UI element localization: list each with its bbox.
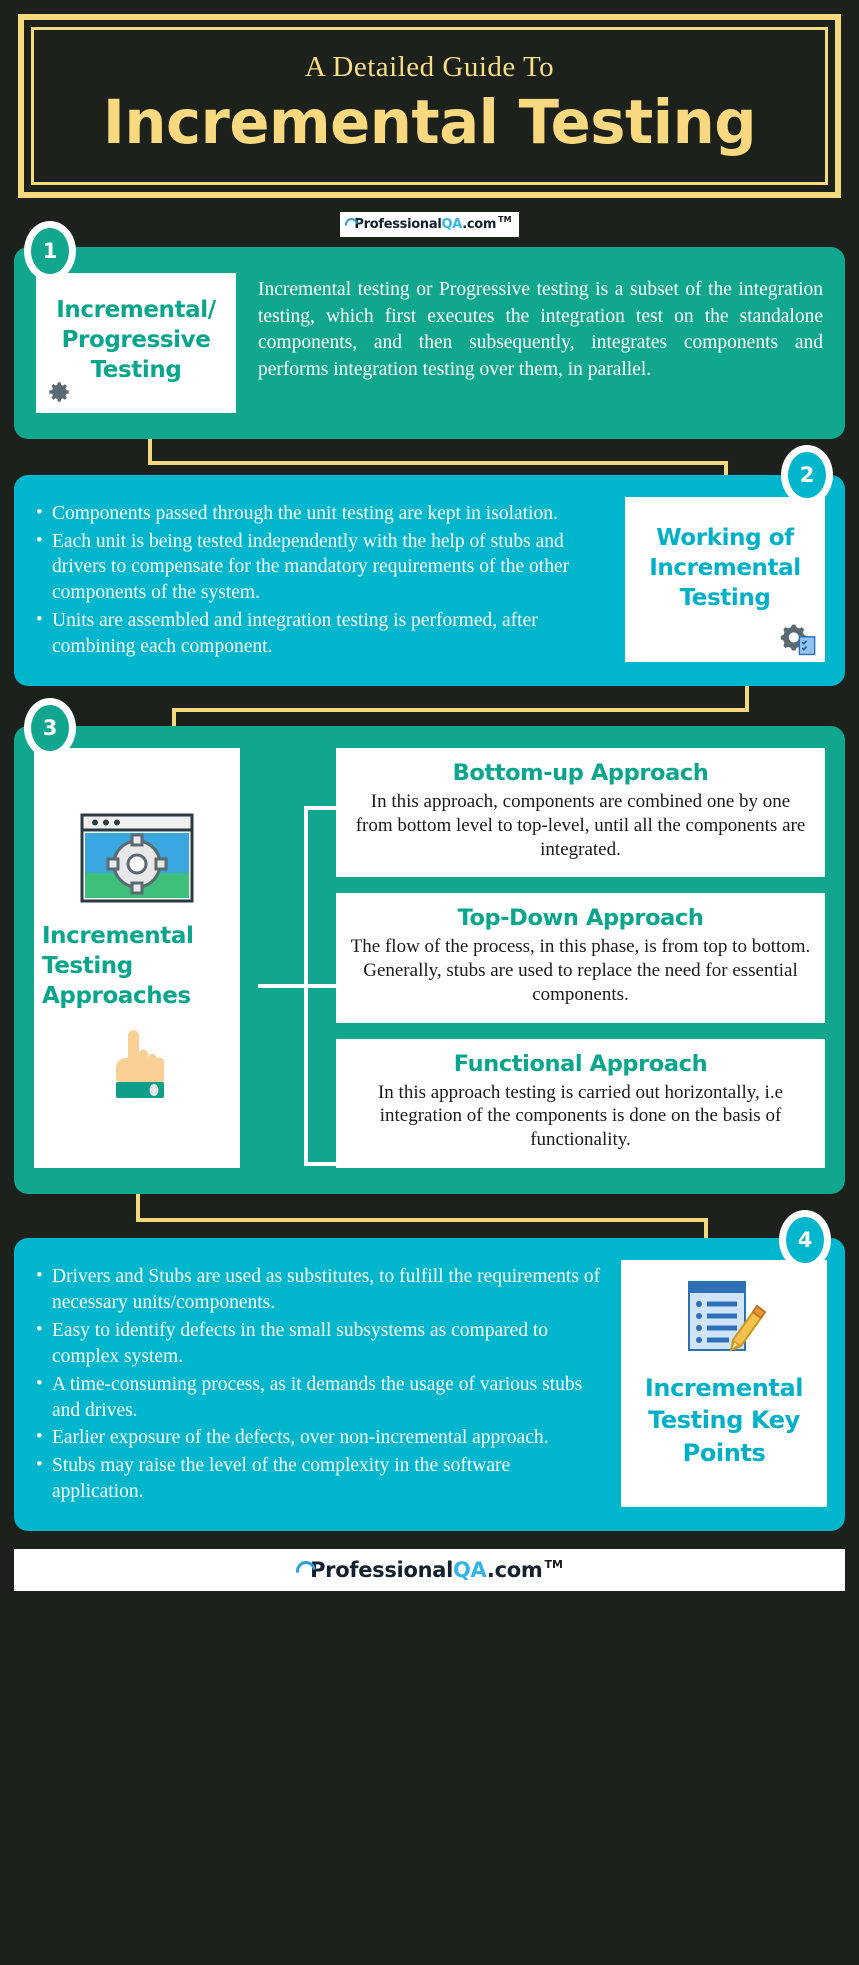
approach-heading: Top-Down Approach bbox=[457, 905, 704, 932]
connector-segment-horizontal bbox=[136, 1217, 708, 1222]
section-1-paragraph: Incremental testing or Progressive testi… bbox=[258, 278, 823, 381]
list-item: Earlier exposure of the defects, over no… bbox=[34, 1424, 605, 1451]
approach-card: Functional Approach In this approach tes… bbox=[336, 1038, 825, 1168]
section-3-badge: 3 bbox=[24, 698, 76, 759]
section-4-card-title: Incremental Testing Key Points bbox=[644, 1373, 804, 1467]
brand-logo-footer[interactable]: ProfessionalQA.com TM bbox=[14, 1549, 845, 1592]
section-1-card-title: Incremental/ Progressive Testing bbox=[56, 296, 216, 384]
page-title: Incremental Testing bbox=[102, 87, 757, 159]
gear-icon bbox=[49, 381, 69, 402]
list-item: Units are assembled and integration test… bbox=[34, 607, 609, 660]
connector-segment-branch-3 bbox=[304, 1162, 356, 1167]
logo-box[interactable]: ProfessionalQA.com TM bbox=[340, 212, 519, 237]
header-frame: A Detailed Guide To Incremental Testing bbox=[18, 14, 841, 199]
approach-body: In this approach, components are combine… bbox=[355, 791, 806, 860]
connector-2-to-3 bbox=[0, 686, 859, 733]
approach-body: In this approach testing is carried out … bbox=[377, 1081, 784, 1151]
header-inner-frame: A Detailed Guide To Incremental Testing bbox=[31, 27, 828, 186]
trademark-symbol: TM bbox=[498, 215, 512, 225]
section-4-title-card: Incremental Testing Key Points bbox=[621, 1259, 827, 1508]
connector-segment-horizontal bbox=[148, 460, 728, 465]
brand-name-part2: QA bbox=[441, 217, 463, 233]
section-4-bullet-list: Drivers and Stubs are used as substitute… bbox=[34, 1260, 605, 1507]
connector-1-to-2 bbox=[0, 438, 859, 483]
brand-name-part1: Professional bbox=[310, 1558, 453, 1583]
brand-name-part3: .com bbox=[486, 1558, 543, 1583]
connector-segment-horizontal bbox=[172, 708, 749, 713]
list-item: Stubs may raise the level of the complex… bbox=[34, 1452, 605, 1505]
section-1-title-card: Incremental/ Progressive Testing bbox=[36, 272, 236, 413]
pointing-hand-icon bbox=[116, 1029, 164, 1098]
section-2-card-title: Working of Incremental Testing bbox=[649, 524, 801, 612]
section-3-title-card: Incremental Testing Approaches bbox=[34, 748, 240, 1168]
header-subtitle: A Detailed Guide To bbox=[304, 51, 555, 83]
section-3-approach-list: Bottom-up Approach In this approach, com… bbox=[336, 748, 825, 1168]
brand-name-part2: QA bbox=[453, 1558, 487, 1583]
trademark-symbol: TM bbox=[544, 1558, 563, 1572]
section-2-panel: 2 Components passed through the unit tes… bbox=[14, 444, 845, 687]
brand-name-part1: Professional bbox=[354, 217, 442, 233]
section-4-badge: 4 bbox=[779, 1209, 831, 1270]
section-2-badge: 2 bbox=[781, 444, 833, 505]
section-3-card-title: Incremental Testing Approaches bbox=[42, 923, 194, 1009]
connector-segment-branch-2 bbox=[304, 984, 356, 989]
section-4-number: 4 bbox=[786, 1216, 824, 1263]
approach-heading: Bottom-up Approach bbox=[452, 760, 709, 787]
list-item: Components passed through the unit testi… bbox=[34, 500, 609, 527]
approach-card: Bottom-up Approach In this approach, com… bbox=[336, 748, 825, 878]
section-1-badge: 1 bbox=[24, 220, 76, 281]
connector-segment-trunk bbox=[258, 984, 308, 989]
infographic-page: A Detailed Guide To Incremental Testing … bbox=[0, 0, 859, 1965]
section-1-number: 1 bbox=[31, 227, 69, 274]
browser-gear-icon bbox=[80, 813, 194, 903]
gear-checklist-icon bbox=[780, 624, 816, 656]
section-3-number: 3 bbox=[31, 705, 69, 752]
approach-heading: Functional Approach bbox=[453, 1050, 708, 1077]
list-item: Easy to identify defects in the small su… bbox=[34, 1317, 605, 1370]
connector-3-to-4 bbox=[0, 1193, 859, 1242]
brand-logo-top: ProfessionalQA.com TM bbox=[0, 198, 859, 246]
list-item: A time-consuming process, as it demands … bbox=[34, 1371, 605, 1424]
section-4-panel: 4 Drivers and Stubs are used as substitu… bbox=[14, 1209, 845, 1532]
section-2-title-card: Working of Incremental Testing bbox=[625, 496, 825, 663]
approach-card: Top-Down Approach The flow of the proces… bbox=[336, 893, 825, 1023]
section-3-connector-tree bbox=[258, 726, 356, 1194]
list-item: Drivers and Stubs are used as substitute… bbox=[34, 1263, 605, 1316]
connector-segment-branch-1 bbox=[304, 806, 356, 811]
section-2-bullet-list: Components passed through the unit testi… bbox=[34, 497, 609, 663]
section-1-panel: 1 Incremental/ Progressive Testing Incre… bbox=[14, 220, 845, 439]
list-item: Each unit is being tested independently … bbox=[34, 528, 609, 607]
notepad-pencil-icon bbox=[688, 1280, 767, 1352]
section-3-panel: 3 Incremental Testing Approaches Bottom-… bbox=[14, 698, 845, 1194]
section-2-number: 2 bbox=[788, 451, 826, 498]
brand-name-part3: .com bbox=[462, 217, 497, 233]
approach-body: The flow of the process, in this phase, … bbox=[350, 936, 811, 1005]
